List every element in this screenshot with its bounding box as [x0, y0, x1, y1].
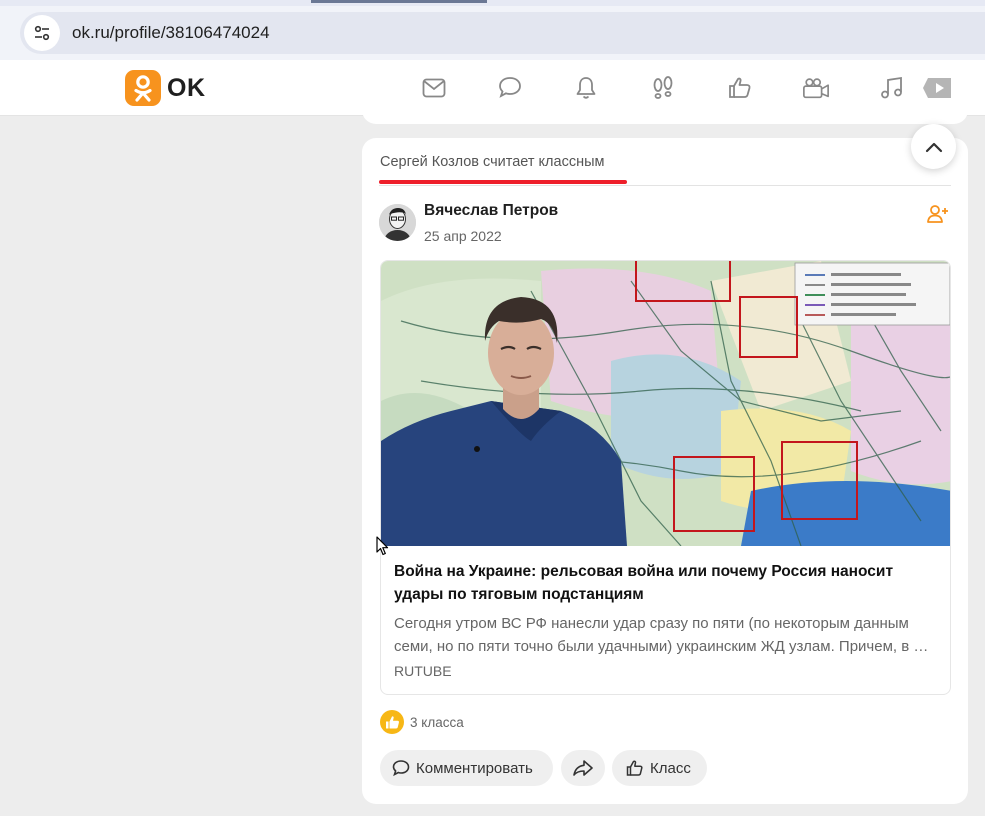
likes-count[interactable]: 3 класса — [410, 715, 464, 730]
marks-icon[interactable] — [726, 74, 754, 102]
activity-title[interactable]: Сергей Козлов считает классным — [380, 154, 604, 170]
link-preview-card[interactable]: Война на Украине: рельсовая война или по… — [380, 260, 951, 695]
link-preview-image[interactable] — [381, 261, 950, 546]
discussions-icon[interactable] — [496, 74, 524, 102]
post-date: 25 апр 2022 — [424, 228, 502, 244]
add-friend-icon[interactable] — [927, 204, 949, 224]
notifications-icon[interactable] — [572, 74, 600, 102]
comment-button[interactable]: Комментировать — [380, 750, 553, 786]
link-description-line-1: Сегодня утром ВС РФ нанесли удар сразу п… — [394, 615, 909, 632]
messages-icon[interactable] — [420, 74, 448, 102]
klass-label: Класс — [650, 759, 691, 777]
share-button[interactable] — [561, 750, 605, 786]
video-showcase-icon[interactable] — [922, 74, 954, 102]
previous-feed-card — [362, 100, 968, 124]
chevron-up-icon — [925, 142, 942, 152]
video-icon[interactable] — [802, 74, 830, 102]
author-avatar[interactable] — [379, 204, 416, 241]
address-bar[interactable]: ok.ru/profile/38106474024 — [20, 12, 985, 54]
link-description: Сегодня утром ВС РФ нанесли удар сразу п… — [394, 612, 939, 658]
url-text[interactable]: ok.ru/profile/38106474024 — [72, 23, 270, 43]
share-icon — [573, 760, 593, 776]
guests-icon[interactable] — [649, 74, 677, 102]
comment-icon — [392, 760, 410, 777]
likes-summary[interactable]: 3 класса — [380, 710, 464, 734]
link-title[interactable]: Война на Украине: рельсовая война или по… — [394, 560, 939, 606]
comment-label: Комментировать — [416, 759, 533, 777]
ok-logo[interactable]: OK — [125, 70, 206, 106]
mouse-cursor-icon — [376, 536, 390, 556]
ok-logo-icon — [125, 70, 161, 106]
feed-card: Сергей Козлов считает классным Вячеслав … — [362, 138, 968, 804]
activity-underline — [379, 180, 627, 184]
thumbs-up-icon — [380, 710, 404, 734]
link-description-line-2: семи, но по пяти точно были удачными) ук… — [394, 638, 939, 655]
logo-text: OK — [167, 73, 206, 102]
klass-button[interactable]: Класс — [612, 750, 707, 786]
active-tab-indicator[interactable] — [311, 0, 487, 3]
divider — [379, 185, 951, 186]
link-source: RUTUBE — [394, 663, 452, 679]
author-name[interactable]: Вячеслав Петров — [424, 202, 558, 220]
scroll-to-top-button[interactable] — [911, 124, 956, 169]
thumbs-up-icon — [626, 760, 643, 776]
site-info-icon[interactable] — [24, 15, 60, 51]
music-icon[interactable] — [878, 74, 906, 102]
browser-toolbar: ok.ru/profile/38106474024 — [0, 6, 985, 60]
